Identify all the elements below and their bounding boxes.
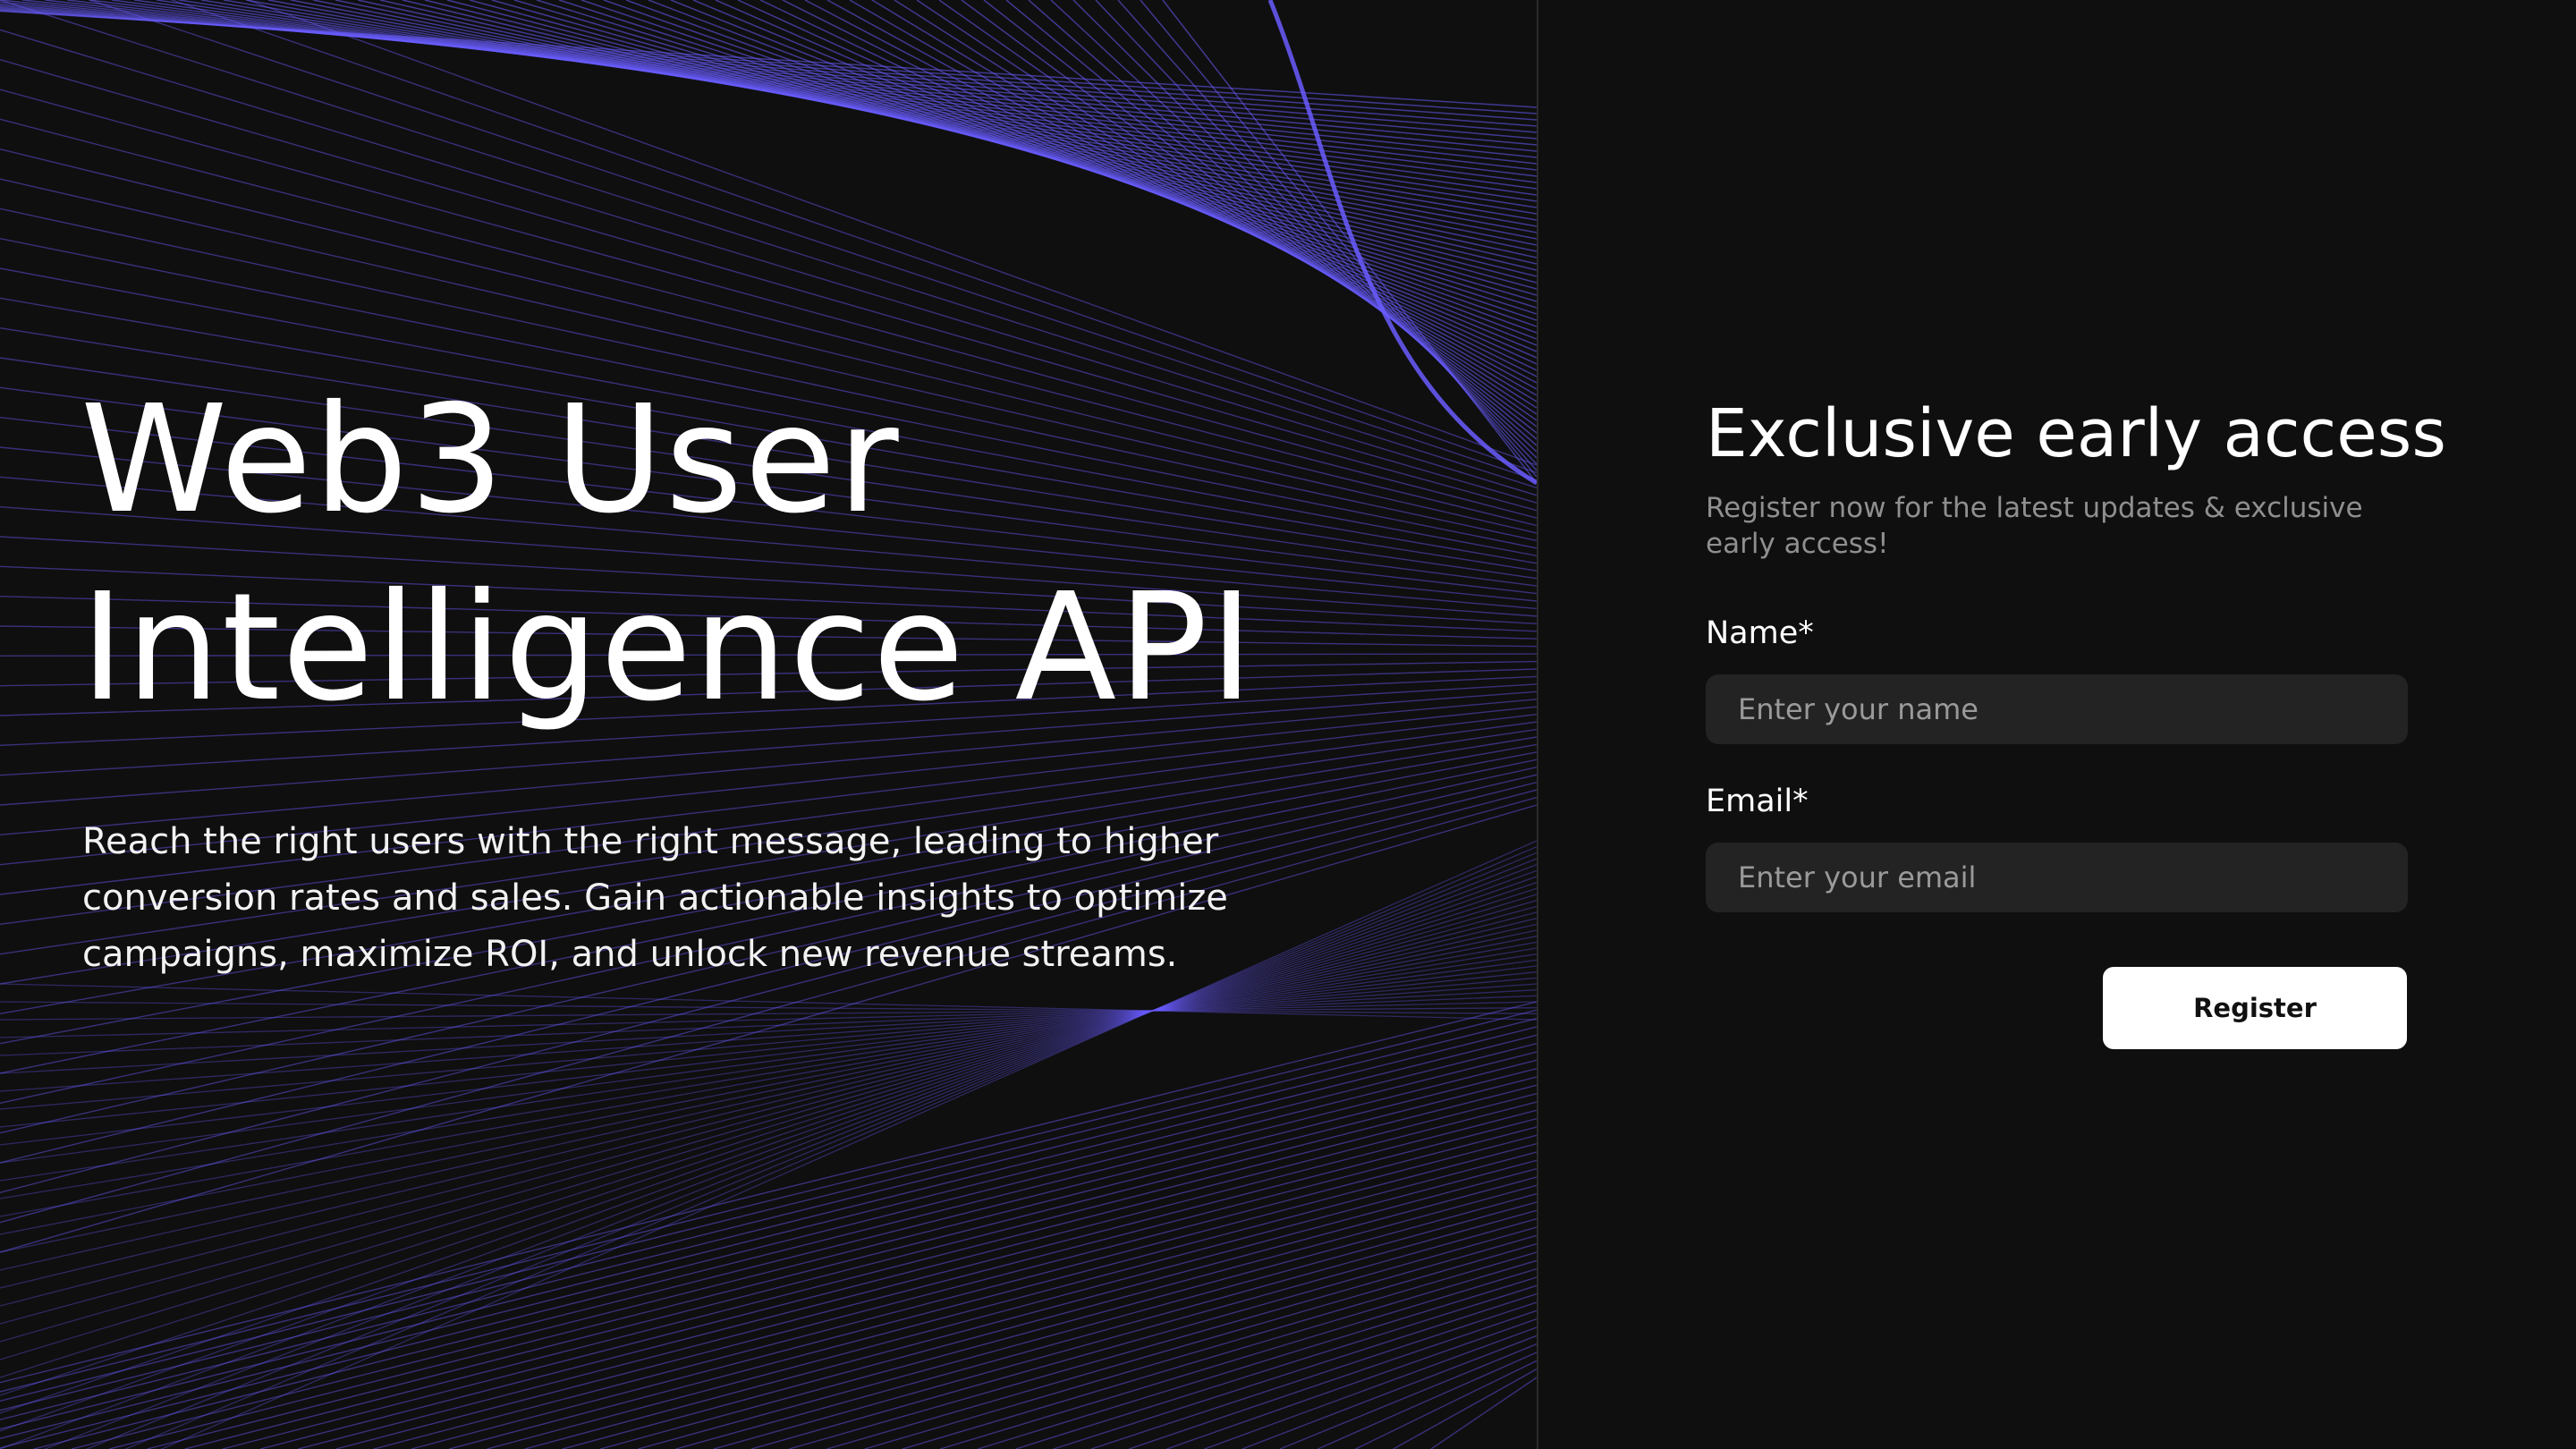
decorative-line	[0, 1001, 1537, 1384]
decorative-line	[782, 0, 1537, 377]
decorative-line	[670, 0, 1537, 346]
decorative-line	[692, 0, 1537, 352]
form-title: Exclusive early access	[1706, 395, 2446, 472]
name-label: Name*	[1706, 615, 1814, 651]
hero-title-line-2: Intelligence API	[80, 562, 1256, 734]
name-input[interactable]	[1706, 674, 2408, 744]
decorative-line	[0, 1001, 1537, 1014]
decorative-line	[0, 1026, 1537, 1411]
decorative-line	[1053, 1293, 1537, 1449]
decorative-line	[715, 0, 1537, 359]
decorative-line	[1204, 1326, 1537, 1449]
decorative-line	[0, 995, 1537, 1056]
decorative-line	[411, 1151, 1537, 1449]
landing-page: Web3 User Intelligence API Reach the rig…	[0, 0, 2576, 1449]
email-input[interactable]	[1706, 843, 2408, 912]
register-button[interactable]: Register	[2103, 967, 2407, 1049]
signup-panel: Exclusive early access Register now for …	[1538, 0, 2576, 1449]
decorative-line	[625, 0, 1537, 334]
hero-title: Web3 User Intelligence API	[80, 367, 1476, 742]
decorative-line	[978, 1276, 1537, 1449]
decorative-line	[0, 1017, 1537, 1402]
decorative-line	[961, 0, 1537, 428]
signup-form: Exclusive early access Register now for …	[1706, 385, 2446, 912]
decorative-line	[871, 0, 1537, 402]
decorative-line	[603, 0, 1537, 327]
hero-section: Web3 User Intelligence API Reach the rig…	[0, 0, 1537, 1449]
hero-title-line-1: Web3 User	[80, 374, 901, 547]
decorative-line	[675, 1209, 1537, 1449]
decorative-line	[580, 0, 1537, 321]
decorative-line	[1355, 1360, 1537, 1449]
decorative-line	[826, 0, 1537, 390]
hero-description: Reach the right users with the right mes…	[82, 821, 1228, 975]
decorative-line	[449, 1159, 1537, 1449]
decorative-line	[222, 1109, 1537, 1449]
decorative-line	[737, 0, 1537, 365]
decorative-line	[147, 1092, 1537, 1449]
decorative-line	[916, 0, 1537, 415]
email-label: Email*	[1706, 784, 1809, 819]
decorative-line	[0, 977, 1537, 1110]
decorative-line	[0, 1001, 1537, 1038]
form-subtitle: Register now for the latest updates & ex…	[1706, 492, 2363, 560]
decorative-line	[789, 1234, 1537, 1449]
decorative-line	[1393, 1368, 1537, 1449]
decorative-line	[1430, 1377, 1537, 1449]
decorative-line	[0, 989, 1537, 1074]
decorative-line	[939, 1267, 1537, 1449]
decorative-line	[1279, 1343, 1537, 1449]
decorative-line	[648, 0, 1537, 340]
decorative-line	[0, 983, 1537, 1021]
decorative-line	[864, 1251, 1537, 1449]
